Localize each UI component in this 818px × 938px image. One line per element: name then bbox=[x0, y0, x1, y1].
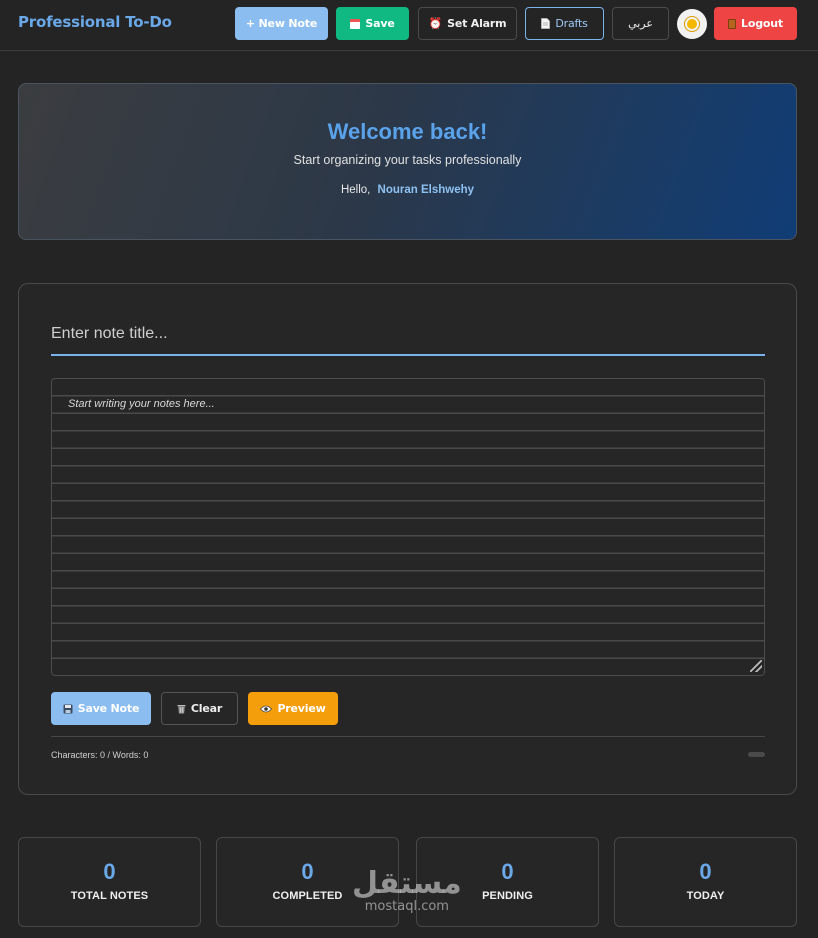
document-icon bbox=[541, 18, 551, 29]
status-indicator bbox=[748, 752, 765, 757]
eye-icon bbox=[260, 705, 273, 712]
set-alarm-label: Set Alarm bbox=[447, 17, 507, 30]
resize-handle-icon[interactable] bbox=[750, 660, 762, 672]
watermark-latin: mostaql.com bbox=[364, 899, 449, 914]
stat-label: TOTAL NOTES bbox=[70, 890, 149, 902]
note-body-placeholder: Start writing your notes here... bbox=[68, 398, 215, 410]
welcome-subtitle: Start organizing your tasks professional… bbox=[293, 153, 522, 167]
note-title-input[interactable] bbox=[51, 314, 765, 356]
top-navbar: Professional To-Do + New Note Save ⏰ Set… bbox=[0, 0, 818, 51]
watermark-arabic: مستقل bbox=[352, 866, 462, 901]
brand-title[interactable]: Professional To-Do bbox=[18, 13, 172, 31]
preview-button[interactable]: Preview bbox=[248, 692, 338, 725]
stat-card-total-notes: 0 TOTAL NOTES bbox=[18, 837, 201, 927]
set-alarm-button[interactable]: ⏰ Set Alarm bbox=[418, 7, 517, 40]
new-note-button[interactable]: + New Note bbox=[235, 7, 328, 40]
sun-icon bbox=[687, 19, 697, 29]
save-note-button[interactable]: Save Note bbox=[51, 692, 151, 725]
character-word-count: Characters: 0 / Words: 0 bbox=[51, 750, 149, 760]
logout-label: Logout bbox=[741, 17, 783, 30]
trash-icon bbox=[177, 704, 186, 713]
note-editor-card: Start writing your notes here... Save No… bbox=[18, 283, 797, 795]
logout-button[interactable]: Logout bbox=[714, 7, 797, 40]
floppy-disk-icon bbox=[63, 704, 73, 713]
preview-label: Preview bbox=[277, 702, 326, 715]
save-note-label: Save Note bbox=[77, 702, 140, 715]
stat-label: TODAY bbox=[686, 890, 725, 902]
language-label: عربي bbox=[628, 17, 653, 30]
alarm-clock-icon: ⏰ bbox=[428, 17, 443, 30]
greeting: Hello, Nouran Elshwehy bbox=[19, 184, 796, 196]
door-icon bbox=[728, 18, 737, 29]
new-note-label: + New Note bbox=[245, 17, 318, 30]
user-name: Nouran Elshwehy bbox=[377, 184, 475, 196]
greeting-prefix: Hello, bbox=[340, 184, 371, 196]
watermark-logo: مستقل mostaql.com bbox=[352, 868, 462, 914]
theme-toggle-button[interactable] bbox=[677, 9, 707, 39]
stat-value: 0 bbox=[699, 859, 712, 884]
save-button[interactable]: Save bbox=[336, 7, 409, 40]
stat-card-today: 0 TODAY bbox=[614, 837, 797, 927]
drafts-button[interactable]: Drafts bbox=[525, 7, 604, 40]
stat-value: 0 bbox=[103, 859, 116, 884]
language-toggle-button[interactable]: عربي bbox=[612, 7, 669, 40]
save-label: Save bbox=[365, 17, 395, 30]
editor-divider bbox=[51, 736, 765, 737]
calendar-icon bbox=[350, 18, 361, 29]
clear-button[interactable]: Clear bbox=[161, 692, 238, 725]
welcome-banner: Welcome back! Start organizing your task… bbox=[18, 83, 797, 240]
note-body-textarea[interactable]: Start writing your notes here... bbox=[51, 378, 765, 676]
welcome-title: Welcome back! bbox=[327, 119, 488, 144]
drafts-label: Drafts bbox=[555, 17, 588, 30]
clear-label: Clear bbox=[190, 702, 223, 715]
